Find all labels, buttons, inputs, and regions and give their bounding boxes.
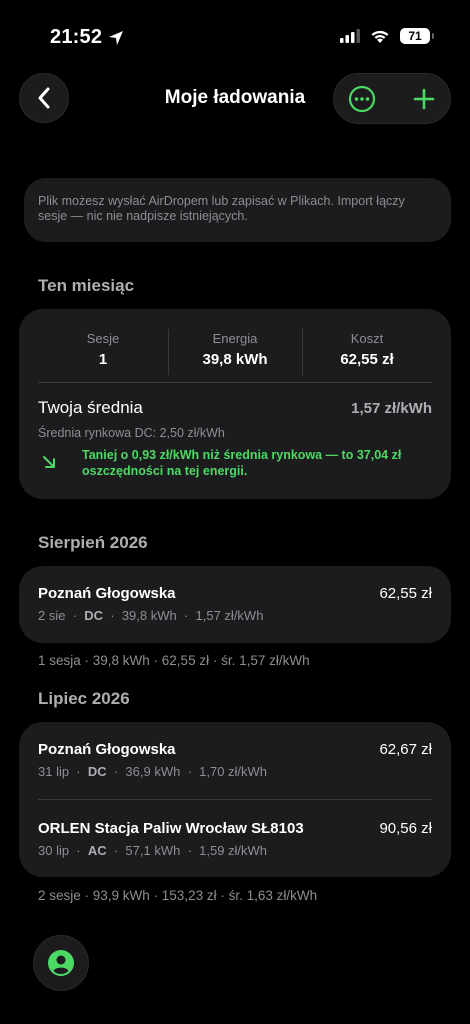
section-july-heading: Lipiec 2026 [38, 689, 130, 708]
wifi-icon [371, 30, 389, 43]
profile-icon [48, 950, 74, 976]
header-actions [333, 73, 451, 124]
status-time: 21:52 [50, 26, 124, 49]
session-meta: 31 lip · DC · 36,9 kWh · 1,70 zł/kWh [38, 764, 268, 779]
this-month-card: Sesje 1 Energia 39,8 kWh Koszt 62,55 zł … [19, 309, 451, 499]
session-price: 62,67 zł [379, 741, 432, 758]
session-meta: 30 lip · AC · 57,1 kWh · 1,59 zł/kWh [38, 843, 268, 858]
session-station-name: ORLEN Stacja Paliw Wrocław SŁ8103 [38, 820, 304, 837]
session-meta: 2 sie · DC · 39,8 kWh · 1,57 zł/kWh [38, 608, 264, 623]
july-summary: 2 sesje · 93,9 kWh · 153,23 zł · śr. 1,6… [38, 888, 318, 903]
average-label: Twoja średnia [38, 398, 143, 417]
stat-energy: Energia 39,8 kWh [202, 331, 268, 368]
stat-sessions: Sesje 1 [86, 331, 120, 368]
import-info-note: Plik możesz wysłać AirDropem lub zapisać… [24, 178, 451, 242]
section-august-heading: Sierpień 2026 [38, 533, 148, 552]
stat-cost: Koszt 62,55 zł [340, 331, 394, 368]
status-icons: 71 [340, 28, 434, 44]
average-value: 1,57 zł/kWh [351, 400, 432, 417]
august-sessions-card: Poznań Głogowska 62,55 zł 2 sie · DC · 3… [19, 566, 451, 643]
session-station-name: Poznań Głogowska [38, 741, 176, 758]
july-sessions-card: Poznań Głogowska 62,67 zł 31 lip · DC · … [19, 722, 451, 877]
stat-divider [168, 329, 169, 375]
august-summary: 1 sesja · 39,8 kWh · 62,55 zł · śr. 1,57… [38, 653, 310, 668]
more-icon[interactable] [348, 85, 376, 113]
card-divider [38, 382, 432, 383]
session-price: 62,55 zł [379, 585, 432, 602]
add-icon[interactable] [412, 87, 436, 111]
savings-text: Taniej o 0,93 zł/kWh niż średnia rynkowa… [82, 448, 402, 478]
signal-icon [340, 29, 360, 43]
savings-arrow-icon [43, 456, 55, 468]
market-average: Średnia rynkowa DC: 2,50 zł/kWh [38, 426, 225, 440]
session-row[interactable]: Poznań Głogowska 62,67 zł 31 lip · DC · … [19, 722, 451, 799]
location-arrow-icon [109, 30, 124, 45]
battery-icon: 71 [400, 28, 434, 44]
section-this-month-heading: Ten miesiąc [38, 276, 135, 295]
session-row[interactable]: Poznań Głogowska 62,55 zł 2 sie · DC · 3… [19, 566, 451, 643]
session-row[interactable]: ORLEN Stacja Paliw Wrocław SŁ8103 90,56 … [19, 800, 451, 877]
profile-button[interactable] [33, 935, 89, 991]
session-station-name: Poznań Głogowska [38, 585, 176, 602]
session-price: 90,56 zł [379, 820, 432, 837]
